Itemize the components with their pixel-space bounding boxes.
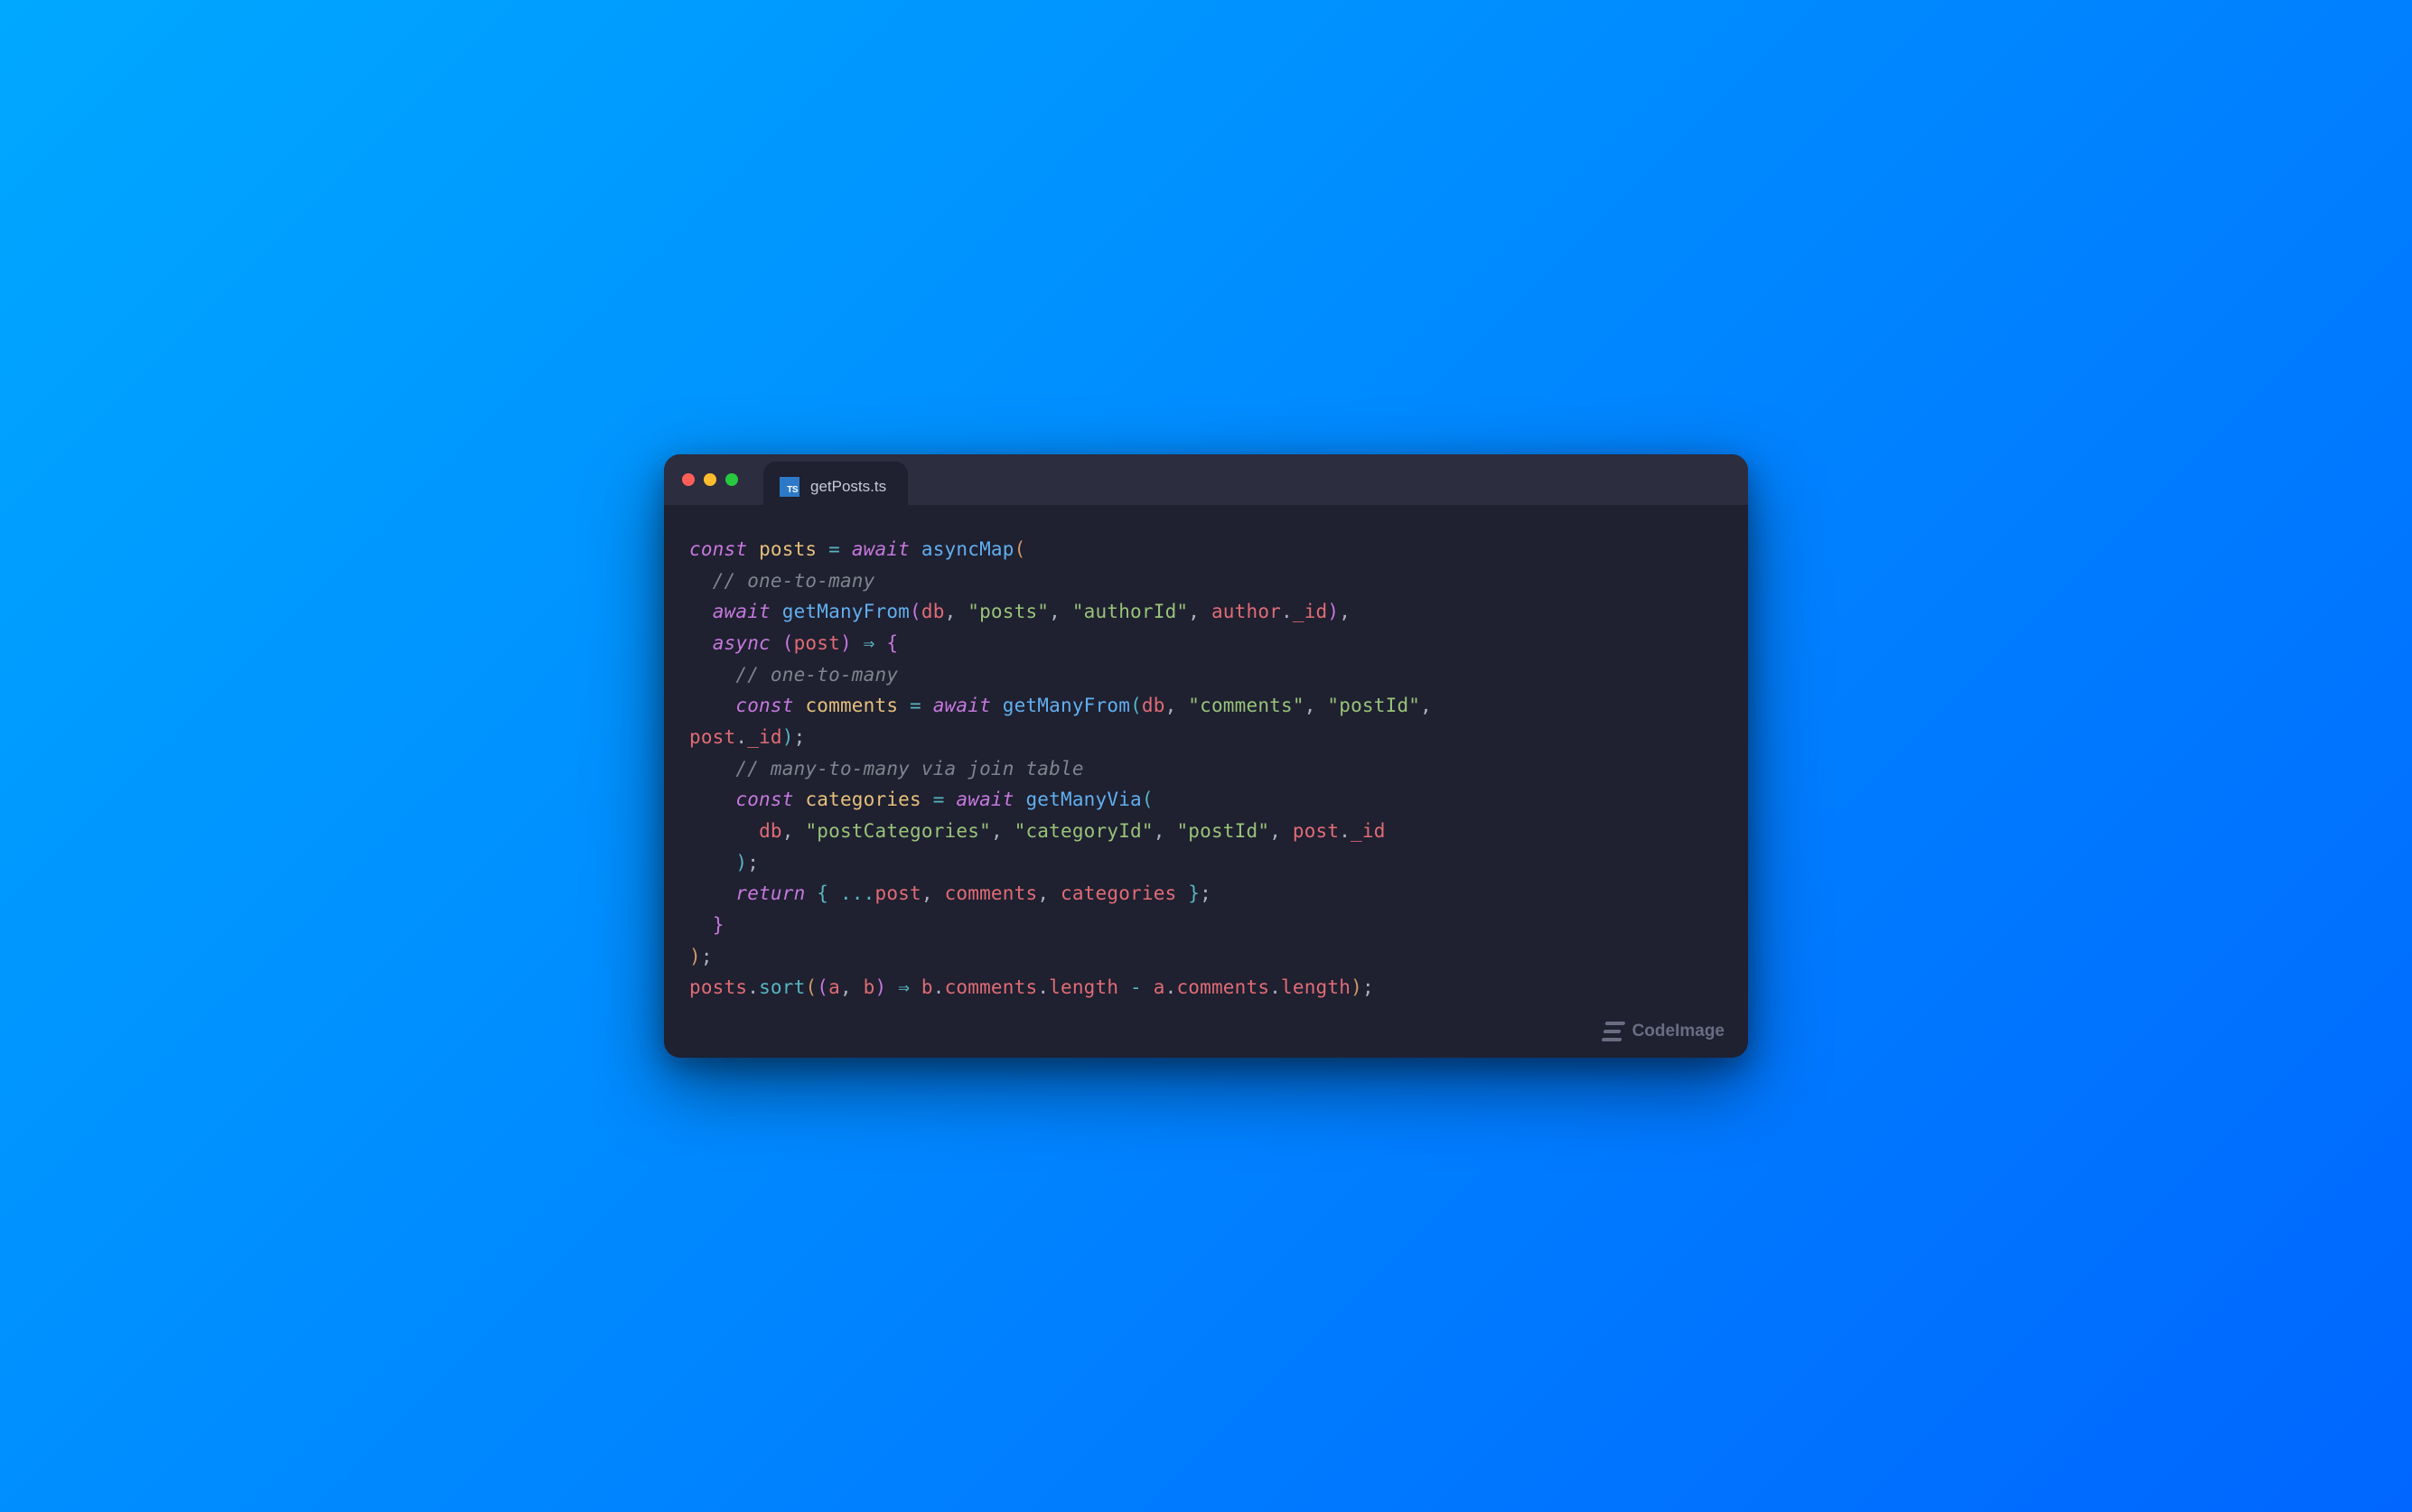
id-categories: categories: [1061, 882, 1176, 904]
string: "postId": [1327, 695, 1420, 716]
traffic-lights: [682, 473, 738, 486]
paren: (: [817, 976, 828, 998]
brace: }: [1188, 882, 1200, 904]
keyword-await: await: [852, 538, 910, 560]
keyword-const: const: [689, 538, 747, 560]
id-comments: comments: [945, 882, 1038, 904]
keyword-return: return: [735, 882, 805, 904]
comment: // one-to-many: [735, 664, 898, 686]
string: "postId": [1176, 820, 1269, 842]
prop-id: _id: [1351, 820, 1386, 842]
typescript-icon: TS: [780, 477, 799, 497]
id-posts: posts: [689, 976, 747, 998]
var-categories: categories: [805, 789, 921, 810]
prop-comments: comments: [1176, 976, 1269, 998]
paren: ): [1327, 601, 1339, 622]
op-eq: =: [817, 538, 852, 560]
paren: ): [1351, 976, 1362, 998]
id-author: author: [1211, 601, 1281, 622]
keyword-async: async: [713, 632, 771, 654]
id-db: db: [759, 820, 782, 842]
var-comments: comments: [805, 695, 898, 716]
watermark-text: CodeImage: [1632, 1022, 1725, 1041]
minimize-icon[interactable]: [704, 473, 716, 486]
paren: ): [735, 852, 747, 873]
codeimage-logo-icon: [1601, 1022, 1625, 1041]
prop-id: _id: [747, 726, 782, 748]
prop-comments: comments: [945, 976, 1038, 998]
paren: ): [840, 632, 852, 654]
close-icon[interactable]: [682, 473, 695, 486]
code-window: TS getPosts.ts const posts = await async…: [664, 454, 1748, 1058]
fn-getmanyfrom: getManyFrom: [1003, 695, 1130, 716]
prop-id: _id: [1293, 601, 1328, 622]
watermark: CodeImage: [1603, 1022, 1725, 1041]
paren: (: [1142, 789, 1154, 810]
string: "posts": [968, 601, 1049, 622]
tab-filename: getPosts.ts: [810, 478, 886, 496]
id-post: post: [875, 882, 921, 904]
string: "authorId": [1072, 601, 1188, 622]
paren: (: [910, 601, 921, 622]
id-a: a: [828, 976, 840, 998]
paren: (: [782, 632, 794, 654]
paren: ): [782, 726, 794, 748]
op-minus: -: [1118, 976, 1154, 998]
spread: ...: [840, 882, 875, 904]
prop-length: length: [1049, 976, 1118, 998]
arrow: ⇒: [898, 976, 910, 998]
keyword-const: const: [735, 789, 793, 810]
keyword-await: await: [933, 695, 991, 716]
fn-getmanyvia: getManyVia: [1025, 789, 1141, 810]
paren: (: [1014, 538, 1026, 560]
keyword-await: await: [713, 601, 771, 622]
maximize-icon[interactable]: [725, 473, 738, 486]
prop-length: length: [1281, 976, 1351, 998]
keyword-const: const: [735, 695, 793, 716]
string: "postCategories": [805, 820, 991, 842]
code-editor: const posts = await asyncMap( // one-to-…: [664, 505, 1748, 1058]
titlebar: TS getPosts.ts: [664, 454, 1748, 505]
fn-sort: sort: [759, 976, 805, 998]
id-db: db: [1142, 695, 1165, 716]
string: "comments": [1188, 695, 1304, 716]
fn-getmanyfrom: getManyFrom: [782, 601, 910, 622]
id-post: post: [689, 726, 735, 748]
comment: // many-to-many via join table: [735, 758, 1083, 779]
paren: ): [875, 976, 887, 998]
var-posts: posts: [759, 538, 817, 560]
brace: {: [817, 882, 828, 904]
comment: // one-to-many: [713, 570, 875, 592]
fn-asyncmap: asyncMap: [921, 538, 1014, 560]
id-post: post: [1293, 820, 1339, 842]
id-b: b: [921, 976, 933, 998]
brace: }: [713, 914, 725, 936]
paren: (: [805, 976, 817, 998]
file-tab[interactable]: TS getPosts.ts: [763, 462, 908, 512]
id-a: a: [1154, 976, 1165, 998]
id-b: b: [864, 976, 875, 998]
id-db: db: [921, 601, 945, 622]
brace: {: [886, 632, 898, 654]
keyword-await: await: [956, 789, 1014, 810]
paren: ): [689, 946, 701, 967]
arrow: ⇒: [864, 632, 875, 654]
id-post: post: [794, 632, 840, 654]
string: "categoryId": [1014, 820, 1154, 842]
paren: (: [1130, 695, 1142, 716]
